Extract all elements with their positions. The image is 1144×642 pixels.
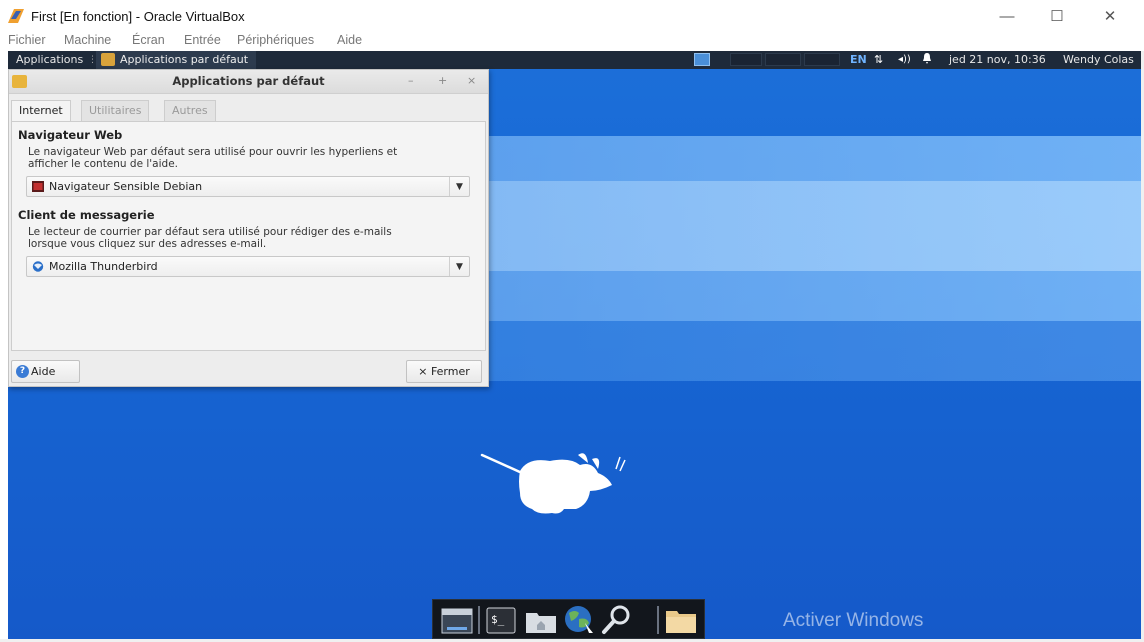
tab-panel-internet: Navigateur Web Le navigateur Web par déf… (11, 121, 486, 351)
taskbar-item-label: Applications par défaut (120, 53, 249, 66)
menu-aide[interactable]: Aide (337, 33, 362, 47)
file-manager-icon[interactable] (665, 605, 697, 635)
help-button[interactable]: ? Aide (11, 360, 80, 383)
guest-desktop: Applications ⋮ Applications par défaut E… (8, 51, 1141, 639)
web-browser-icon[interactable] (563, 605, 595, 635)
close-icon: × (418, 365, 431, 378)
virtualbox-icon (8, 9, 24, 23)
notifications-bell-icon[interactable] (922, 51, 932, 69)
workspace-4[interactable] (804, 53, 840, 66)
fermer-button-label: Fermer (430, 365, 470, 378)
xfce-dock: $_ (432, 599, 705, 639)
web-browser-select[interactable]: Navigateur Sensible Debian ▼ (26, 176, 470, 197)
maximize-button[interactable]: ☐ (1037, 4, 1077, 28)
mail-client-selected: Mozilla Thunderbird (49, 260, 158, 273)
mail-client-description: Le lecteur de courrier par défaut sera u… (28, 226, 468, 250)
menu-peripheriques[interactable]: Périphériques (237, 33, 314, 47)
volume-icon[interactable]: ◂)) (898, 51, 911, 69)
show-desktop-icon[interactable] (441, 605, 473, 635)
svg-text:$_: $_ (491, 613, 505, 626)
keyboard-layout-indicator[interactable]: EN (850, 51, 867, 69)
thunderbird-icon (32, 261, 44, 272)
web-browser-selected: Navigateur Sensible Debian (49, 180, 203, 193)
dropdown-arrow-icon[interactable]: ▼ (449, 257, 469, 276)
search-icon[interactable] (601, 605, 633, 635)
menu-ecran[interactable]: Écran (132, 33, 165, 47)
dialog-title: Applications par défaut (172, 74, 325, 88)
mail-client-select[interactable]: Mozilla Thunderbird ▼ (26, 256, 470, 277)
dropdown-arrow-icon[interactable]: ▼ (449, 177, 469, 196)
web-browser-description: Le navigateur Web par défaut sera utilis… (28, 146, 468, 170)
description-line: Le navigateur Web par défaut sera utilis… (28, 146, 398, 158)
taskbar-item-default-apps[interactable]: Applications par défaut (96, 51, 256, 69)
workspace-3[interactable] (765, 53, 801, 66)
browser-icon (32, 181, 44, 192)
mail-client-heading: Client de messagerie (18, 208, 155, 222)
dock-separator (657, 606, 659, 634)
dialog-close-button[interactable]: × (467, 74, 476, 87)
menu-fichier[interactable]: Fichier (8, 33, 46, 47)
menu-entree[interactable]: Entrée (184, 33, 221, 47)
help-button-label: Aide (31, 365, 56, 378)
home-folder-icon[interactable] (525, 605, 557, 635)
dialog-titlebar[interactable]: Applications par défaut – + × (9, 70, 488, 94)
fermer-button[interactable]: × Fermer (406, 360, 482, 383)
workspace-1[interactable] (694, 53, 710, 66)
help-icon: ? (16, 365, 29, 378)
description-line: Le lecteur de courrier par défaut sera u… (28, 226, 392, 238)
default-apps-dialog: Applications par défaut – + × Internet U… (8, 69, 489, 387)
clock[interactable]: jed 21 nov, 10:36 (949, 51, 1059, 69)
terminal-icon[interactable]: $_ (485, 605, 517, 635)
menu-machine[interactable]: Machine (64, 33, 111, 47)
description-line: afficher le contenu de l'aide. (28, 158, 178, 170)
web-browser-heading: Navigateur Web (18, 128, 123, 142)
dock-separator (478, 606, 480, 634)
xfce-mouse-logo (480, 453, 626, 514)
workspace-2[interactable] (730, 53, 762, 66)
applications-menu-button[interactable]: Applications (8, 51, 87, 69)
xfce-top-panel: Applications ⋮ Applications par défaut E… (8, 51, 1141, 69)
dialog-maximize-button[interactable]: + (438, 74, 447, 87)
user-menu[interactable]: Wendy Colas (1063, 51, 1141, 69)
network-icon[interactable]: ⇅ (874, 51, 883, 69)
host-window-title: First [En fonction] - Oracle VirtualBox (31, 9, 245, 24)
default-apps-icon (101, 53, 115, 66)
tab-utilitaires[interactable]: Utilitaires (81, 100, 150, 121)
activate-windows-watermark: Activer Windows (783, 610, 924, 631)
host-titlebar: First [En fonction] - Oracle VirtualBox … (0, 0, 1144, 32)
dialog-minimize-button[interactable]: – (408, 74, 414, 87)
host-menubar: Fichier Machine Écran Entrée Périphériqu… (0, 32, 1144, 51)
close-button[interactable]: ✕ (1090, 4, 1130, 28)
minimize-button[interactable]: — (987, 4, 1027, 28)
tab-autres[interactable]: Autres (164, 100, 216, 121)
description-line: lorsque vous cliquez sur des adresses e-… (28, 238, 267, 250)
tab-internet[interactable]: Internet (11, 100, 71, 122)
